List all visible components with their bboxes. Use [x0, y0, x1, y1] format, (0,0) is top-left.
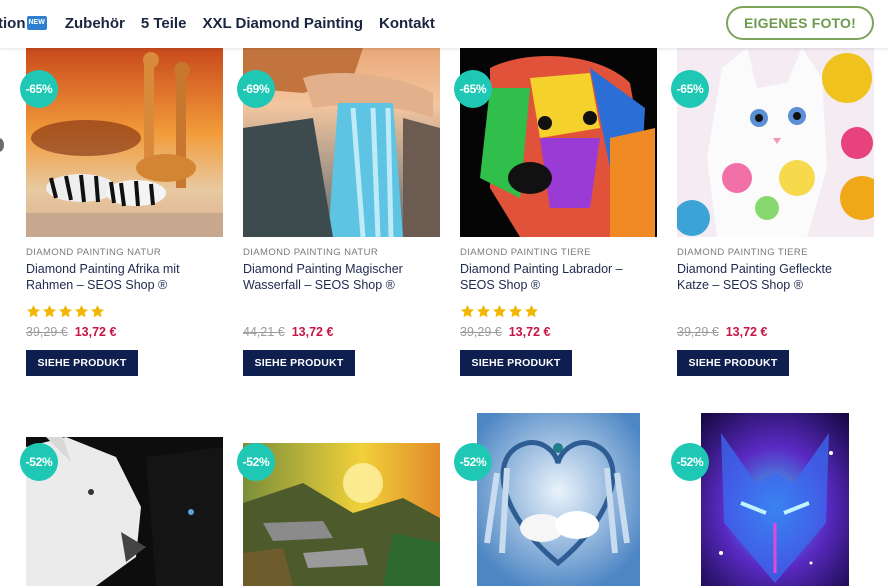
nav-item-5-teile[interactable]: 5 Teile — [141, 15, 187, 32]
sale-price: 13,72 € — [508, 325, 551, 339]
product-category[interactable]: DIAMOND PAINTING TIERE — [677, 247, 808, 258]
product-category[interactable]: DIAMOND PAINTING NATUR — [26, 247, 161, 258]
old-price: 44,21 € — [243, 325, 285, 339]
slider-prev-arrow-icon[interactable] — [0, 138, 4, 152]
siehe-produkt-button[interactable]: SIEHE PRODUKT — [243, 350, 355, 376]
old-price: 39,29 € — [26, 325, 68, 339]
price: 39,29 € 13,72 € — [460, 325, 550, 339]
nav-item-new[interactable]: tion NEW — [0, 15, 47, 32]
sale-price: 13,72 € — [291, 325, 334, 339]
star-icon — [493, 304, 506, 318]
star-icon — [509, 304, 522, 318]
rating-stars — [26, 304, 105, 319]
sale-badge: -52% — [20, 443, 58, 481]
product-title[interactable]: Diamond Painting Afrika mit Rahmen – SEO… — [26, 261, 216, 293]
star-icon — [27, 304, 40, 318]
siehe-produkt-button[interactable]: SIEHE PRODUKT — [460, 350, 572, 376]
siehe-produkt-button[interactable]: SIEHE PRODUKT — [26, 350, 138, 376]
product-title[interactable]: Diamond Painting Gefleckte Katze – SEOS … — [677, 261, 867, 293]
waterfall-icon[interactable] — [243, 48, 440, 237]
star-icon — [59, 304, 72, 318]
nav-item-xxl[interactable]: XXL Diamond Painting — [202, 15, 363, 32]
sale-badge: -52% — [671, 443, 709, 481]
old-price: 39,29 € — [460, 325, 502, 339]
sale-badge: -65% — [454, 70, 492, 108]
star-icon — [91, 304, 104, 318]
sale-badge: -65% — [671, 70, 709, 108]
sale-price: 13,72 € — [725, 325, 768, 339]
sale-price: 13,72 € — [74, 325, 117, 339]
cat-icon[interactable] — [677, 48, 874, 237]
dreamcatcher-wolves-icon[interactable] — [477, 413, 640, 586]
eigenes-foto-button[interactable]: EIGENES FOTO! — [726, 6, 874, 40]
price: 39,29 € 13,72 € — [677, 325, 767, 339]
site-header: tion NEW Zubehör 5 Teile XXL Diamond Pain… — [0, 0, 889, 48]
product-category[interactable]: DIAMOND PAINTING NATUR — [243, 247, 378, 258]
product-title[interactable]: Diamond Painting Magischer Wasserfall – … — [243, 261, 433, 293]
siehe-produkt-button[interactable]: SIEHE PRODUKT — [677, 350, 789, 376]
sale-badge: -52% — [237, 443, 275, 481]
price: 39,29 € 13,72 € — [26, 325, 116, 339]
nav-item-kontakt[interactable]: Kontakt — [379, 15, 435, 32]
sale-badge: -69% — [237, 70, 275, 108]
star-icon — [477, 304, 490, 318]
price: 44,21 € 13,72 € — [243, 325, 333, 339]
product-title[interactable]: Diamond Painting Labrador – SEOS Shop ® — [460, 261, 650, 293]
main-nav: tion NEW Zubehör 5 Teile XXL Diamond Pain… — [0, 12, 451, 34]
new-badge: NEW — [26, 16, 47, 30]
star-icon — [525, 304, 538, 318]
star-icon — [461, 304, 474, 318]
dog-icon[interactable] — [460, 48, 657, 237]
galaxy-wolf-icon[interactable] — [701, 413, 849, 586]
product-category[interactable]: DIAMOND PAINTING TIERE — [460, 247, 591, 258]
star-icon — [43, 304, 56, 318]
rating-stars — [460, 304, 539, 319]
sale-badge: -65% — [20, 70, 58, 108]
nav-item-zubehoer[interactable]: Zubehör — [65, 15, 125, 32]
old-price: 39,29 € — [677, 325, 719, 339]
star-icon — [75, 304, 88, 318]
sale-badge: -52% — [454, 443, 492, 481]
giraffe-zebra-icon[interactable] — [26, 48, 223, 237]
